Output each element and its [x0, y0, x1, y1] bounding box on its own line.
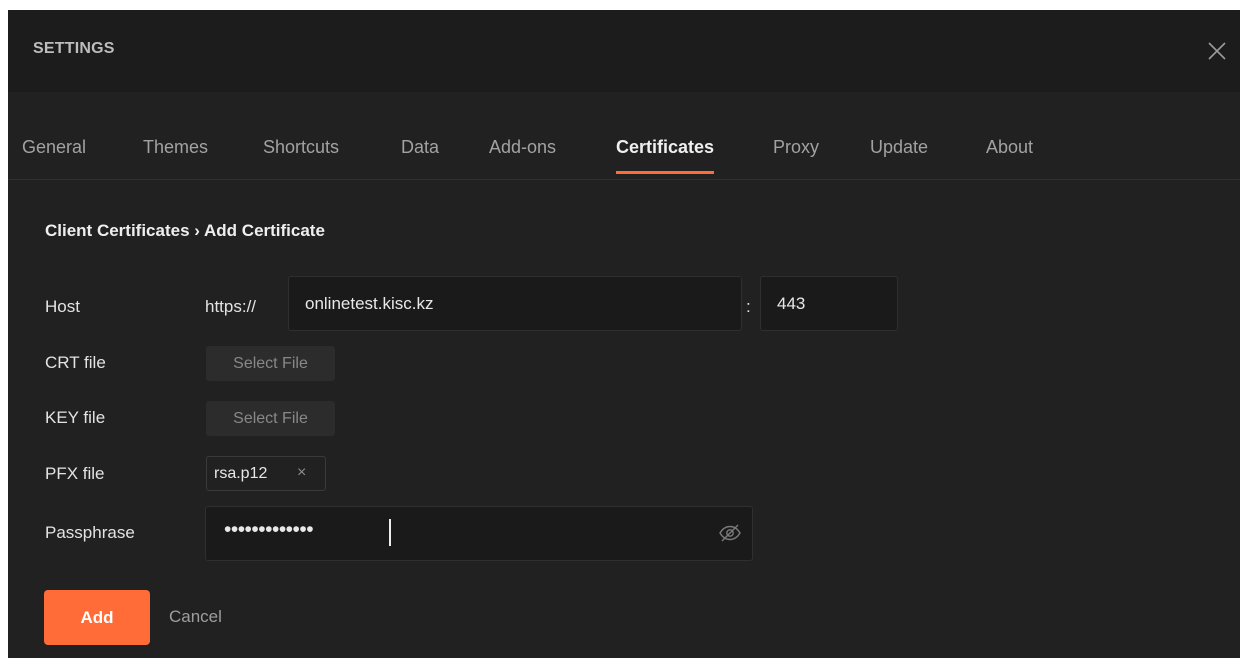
tab-data[interactable]: Data: [401, 137, 439, 158]
dialog-title: SETTINGS: [33, 40, 115, 57]
pfx-file-label: PFX file: [45, 464, 105, 483]
key-select-file-button[interactable]: Select File: [206, 401, 335, 436]
breadcrumb: Client Certificates › Add Certificate: [45, 221, 325, 240]
settings-tabs: General Themes Shortcuts Data Add-ons Ce…: [8, 92, 1240, 180]
crt-select-file-button[interactable]: Select File: [206, 346, 335, 381]
port-input[interactable]: 443: [760, 276, 898, 331]
tab-add-ons[interactable]: Add-ons: [489, 137, 556, 158]
pfx-file-chip: rsa.p12 ×: [206, 456, 326, 491]
tab-shortcuts[interactable]: Shortcuts: [263, 137, 339, 158]
cancel-button[interactable]: Cancel: [169, 607, 222, 627]
tab-general[interactable]: General: [22, 137, 86, 158]
host-input[interactable]: onlinetest.kisc.kz: [288, 276, 742, 331]
host-label: Host: [45, 297, 80, 316]
host-port-separator: :: [746, 297, 751, 316]
tab-certificates[interactable]: Certificates: [616, 137, 715, 174]
close-icon[interactable]: [1204, 38, 1230, 64]
port-value: 443: [777, 294, 806, 313]
tab-proxy[interactable]: Proxy: [773, 137, 819, 158]
eye-slash-icon[interactable]: [718, 521, 742, 545]
tab-themes[interactable]: Themes: [143, 137, 208, 158]
settings-dialog: SETTINGS General Themes Shortcuts Data A…: [8, 10, 1240, 658]
add-button[interactable]: Add: [44, 590, 150, 645]
passphrase-masked-value: •••••••••••••: [224, 518, 314, 541]
crt-file-label: CRT file: [45, 353, 106, 372]
key-file-label: KEY file: [45, 408, 106, 427]
passphrase-input[interactable]: •••••••••••••: [205, 506, 753, 561]
host-value: onlinetest.kisc.kz: [305, 294, 434, 313]
dialog-header: SETTINGS: [8, 10, 1240, 92]
host-protocol-prefix: https://: [205, 297, 257, 316]
text-cursor: [389, 519, 391, 546]
remove-file-icon[interactable]: ×: [297, 464, 306, 482]
tab-update[interactable]: Update: [870, 137, 928, 158]
tab-about[interactable]: About: [986, 137, 1033, 158]
passphrase-label: Passphrase: [45, 523, 135, 542]
pfx-file-name: rsa.p12: [214, 465, 268, 482]
